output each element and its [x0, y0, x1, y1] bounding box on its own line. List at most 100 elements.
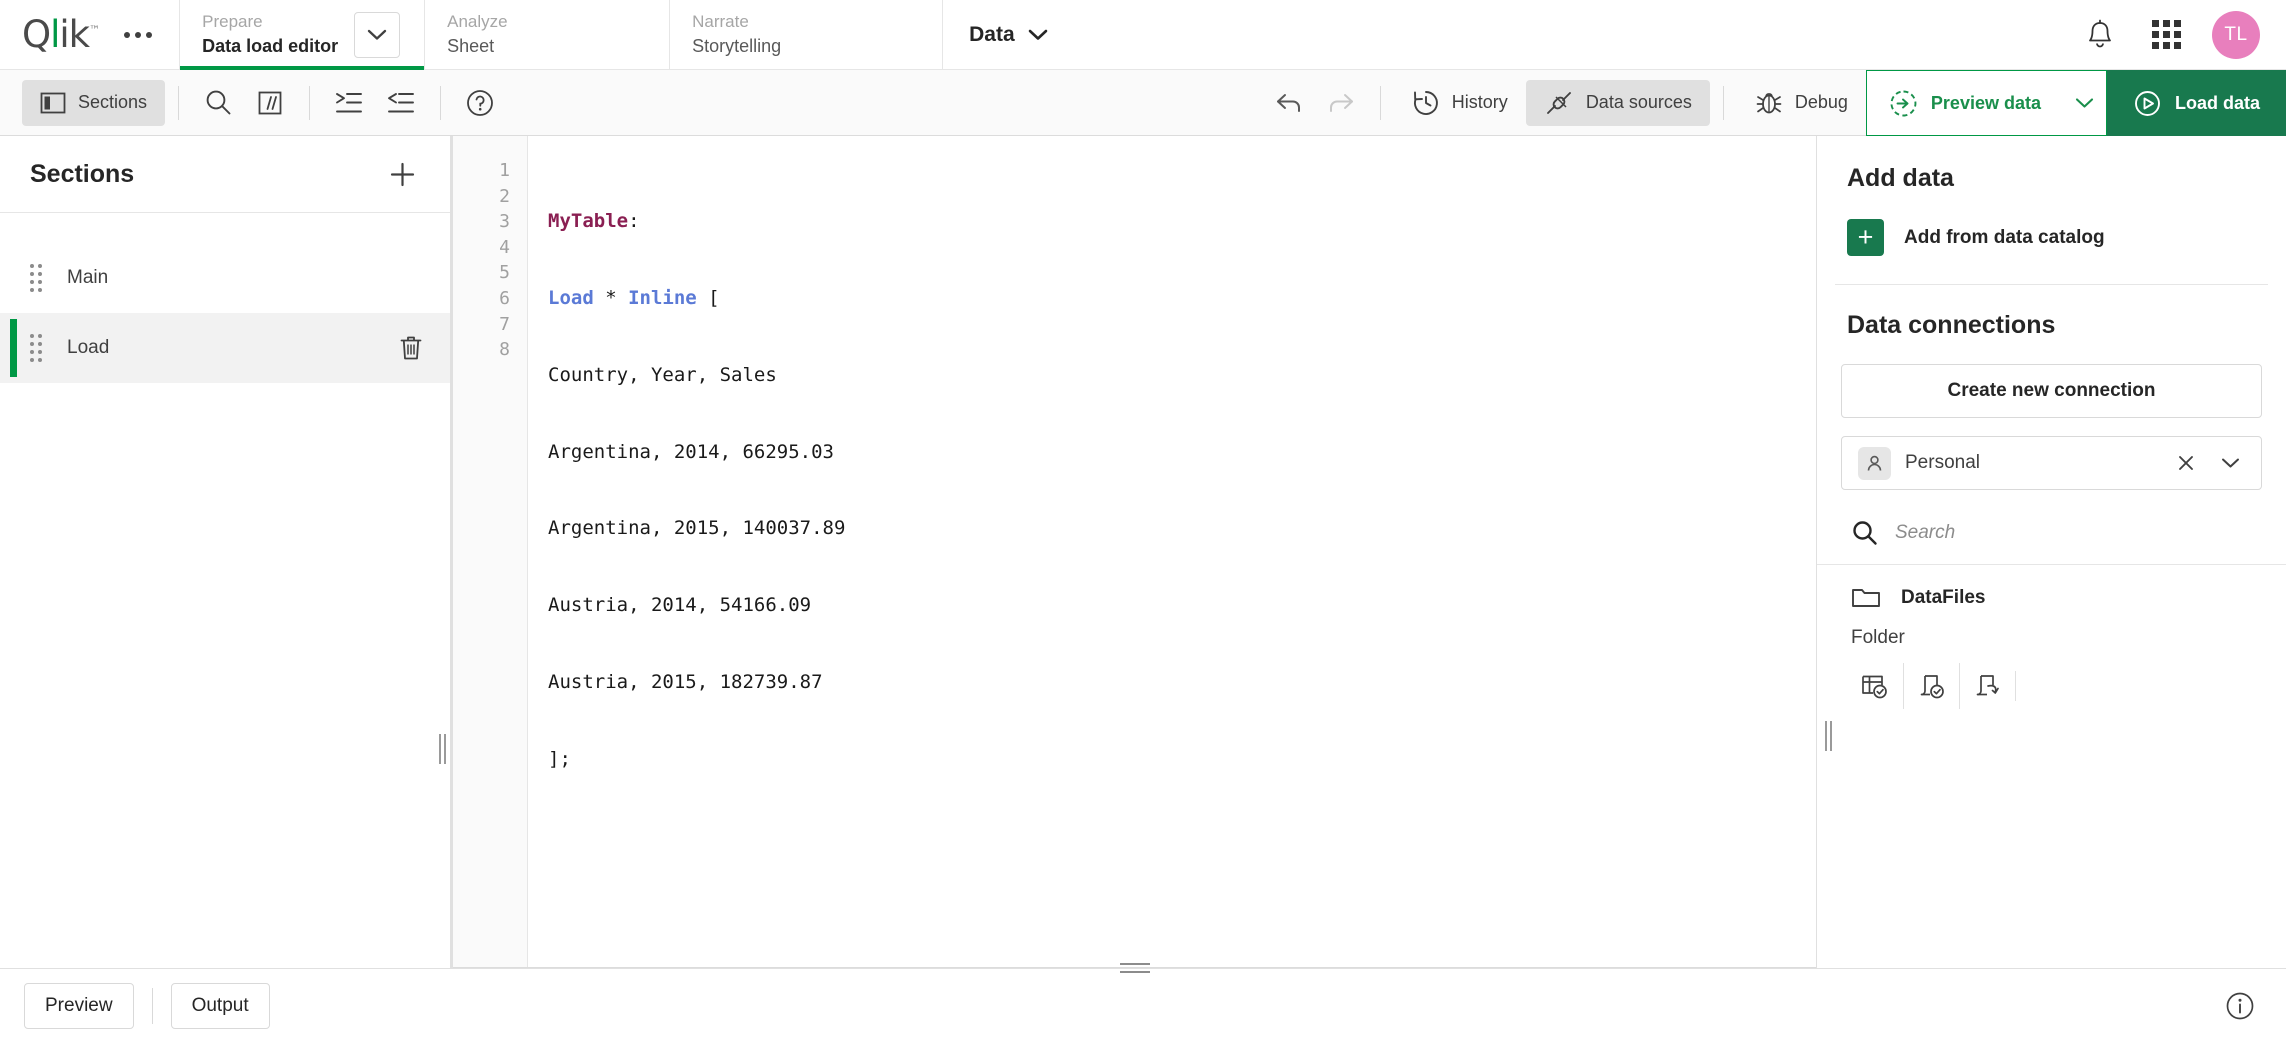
data-menu-button[interactable]: Data — [942, 0, 1074, 69]
code-line: ]; — [548, 747, 1816, 773]
tab-analyze[interactable]: Analyze Sheet — [424, 0, 669, 69]
handle-bar — [1119, 963, 1150, 965]
load-data-button[interactable]: Load data — [2106, 70, 2286, 136]
grid-cell — [2162, 42, 2170, 49]
redo-icon — [1329, 93, 1353, 112]
code-area[interactable]: 1 2 3 4 5 6 7 8 MyTable: Load * Inline [… — [453, 136, 1816, 967]
script-code[interactable]: MyTable: Load * Inline [ Country, Year, … — [528, 136, 1816, 967]
clear-space-button[interactable] — [2171, 448, 2201, 478]
toolbar-divider — [1722, 85, 1724, 120]
handle-bar — [1829, 721, 1832, 751]
footer-divider — [151, 988, 153, 1024]
tab-analyze-texts: Analyze Sheet — [447, 0, 645, 69]
connection-item-datafiles[interactable]: DataFiles — [1841, 565, 2262, 631]
info-icon — [2226, 992, 2254, 1020]
code-line: Austria, 2014, 54166.09 — [548, 593, 1816, 619]
toolbar-divider — [309, 85, 311, 120]
panel-icon — [40, 92, 66, 113]
insert-script-icon — [1920, 675, 1944, 699]
toolbar-divider — [178, 85, 180, 120]
avatar[interactable]: TL — [2212, 10, 2260, 59]
dot-icon — [38, 272, 42, 276]
handle-bar — [1824, 721, 1827, 751]
space-selector[interactable]: Personal — [1841, 436, 2262, 490]
preview-data-icon — [1890, 90, 1917, 116]
dot-icon — [146, 31, 153, 38]
preview-data-button[interactable]: Preview data — [1865, 70, 2063, 136]
help-button[interactable] — [454, 80, 506, 126]
resize-handle-icon[interactable] — [436, 731, 448, 767]
logo-zone: Qlik™ — [0, 0, 155, 69]
qlik-logo[interactable]: Qlik™ — [22, 16, 100, 53]
debug-label: Debug — [1794, 92, 1848, 112]
code-line: Load * Inline [ — [548, 286, 1816, 312]
comment-icon — [258, 91, 282, 114]
search-icon — [206, 90, 230, 115]
resize-handle-icon[interactable] — [1822, 718, 1834, 754]
editor-panel-resizer[interactable] — [1119, 963, 1150, 973]
delete-section-button[interactable] — [392, 329, 430, 367]
chevron-down-icon — [1028, 29, 1047, 40]
comment-button[interactable] — [244, 80, 296, 126]
app-launcher-button[interactable] — [2146, 15, 2186, 55]
code-token: Load — [548, 286, 594, 309]
debug-button[interactable]: Debug — [1737, 80, 1866, 126]
indent-icon — [336, 92, 362, 112]
edit-connection-button[interactable] — [1959, 663, 2015, 709]
more-options-button[interactable] — [121, 18, 155, 52]
play-circle-icon — [2135, 90, 2160, 116]
chevron-down-icon — [2221, 458, 2239, 468]
grid-cell — [2173, 42, 2181, 49]
space-dropdown-button[interactable] — [2215, 448, 2245, 478]
notifications-button[interactable] — [2080, 15, 2120, 55]
sidebar-item-main[interactable]: Main — [0, 243, 452, 313]
add-section-button[interactable] — [382, 154, 422, 194]
tab-prepare[interactable]: Prepare Data load editor — [179, 0, 425, 70]
dot-icon — [30, 334, 34, 338]
grid-cell — [2173, 20, 2181, 27]
select-data-button[interactable] — [1847, 663, 1903, 709]
code-line: Argentina, 2015, 140037.89 — [548, 516, 1816, 542]
grid-cell — [2162, 20, 2170, 27]
prepare-dropdown-button[interactable] — [354, 11, 401, 58]
tab-narrate[interactable]: Narrate Storytelling — [669, 0, 914, 69]
data-sources-button[interactable]: Data sources — [1525, 79, 1710, 126]
sidebar-item-load[interactable]: Load — [0, 313, 452, 383]
undo-button[interactable] — [1263, 80, 1315, 126]
tab-narrate-category: Narrate — [692, 11, 749, 31]
code-line: Country, Year, Sales — [548, 363, 1816, 389]
add-from-catalog-button[interactable]: + Add from data catalog — [1847, 219, 2262, 256]
search-icon — [1853, 521, 1877, 545]
preview-data-dropdown[interactable] — [2062, 70, 2107, 136]
right-panel-resizer[interactable] — [1816, 136, 1832, 968]
tab-prepare-texts: Prepare Data load editor — [202, 11, 342, 58]
search-button[interactable] — [192, 80, 244, 126]
dot-icon — [30, 350, 34, 354]
redo-button[interactable] — [1315, 80, 1367, 126]
info-button[interactable] — [2218, 984, 2262, 1028]
app-root: Qlik™ Prepare Data load editor Analyze S… — [0, 0, 2286, 1043]
connections-search[interactable]: Search — [1841, 502, 2262, 564]
tab-analyze-label: Sheet — [447, 35, 495, 56]
load-data-label: Load data — [2174, 92, 2260, 113]
sections-toggle-button[interactable]: Sections — [22, 79, 166, 126]
drag-handle-icon[interactable] — [30, 334, 42, 362]
indent-button[interactable] — [323, 80, 375, 126]
history-button[interactable]: History — [1394, 80, 1526, 126]
add-from-catalog-label: Add from data catalog — [1904, 226, 2105, 248]
connector-icon — [1546, 91, 1571, 114]
preview-tab-button[interactable]: Preview — [24, 983, 134, 1029]
toolbar-divider — [440, 85, 442, 120]
connection-name: DataFiles — [1901, 587, 1986, 608]
insert-script-button[interactable] — [1903, 663, 1959, 709]
data-sources-label: Data sources — [1585, 92, 1692, 112]
drag-handle-icon[interactable] — [30, 264, 42, 292]
create-new-connection-button[interactable]: Create new connection — [1841, 364, 2262, 418]
edit-connection-icon — [1976, 675, 1999, 696]
outdent-button[interactable] — [375, 80, 427, 126]
code-token: ]; — [548, 747, 571, 770]
code-token: Country, Year, Sales — [548, 363, 777, 386]
line-number: 1 — [499, 160, 510, 181]
line-number: 8 — [499, 339, 510, 361]
output-tab-button[interactable]: Output — [170, 983, 270, 1029]
